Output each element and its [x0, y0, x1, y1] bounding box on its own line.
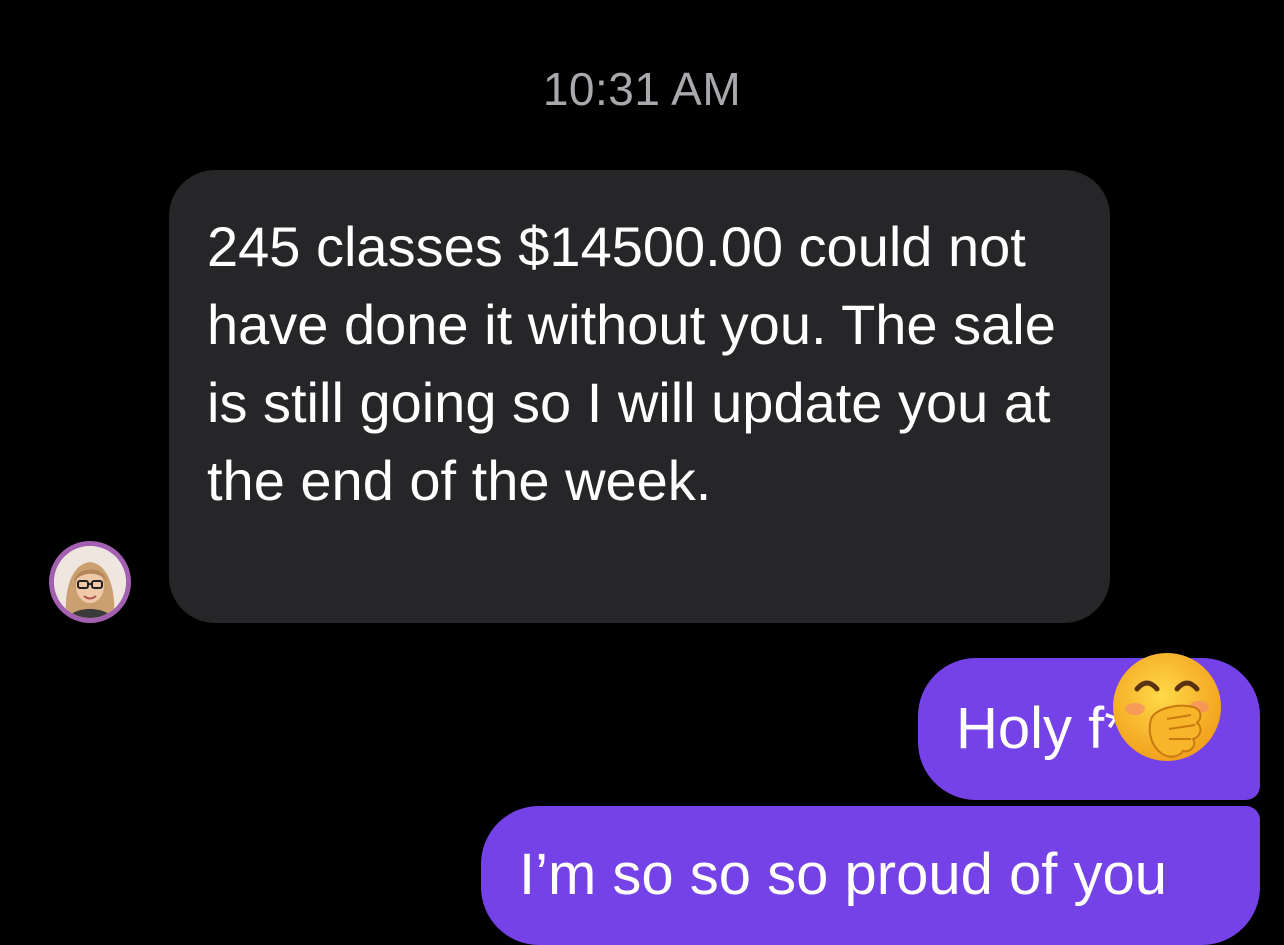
hand-over-mouth-emoji-icon	[1107, 645, 1231, 769]
sender-photo	[54, 546, 126, 618]
incoming-message-bubble[interactable]: 245 classes $14500.00 could not have don…	[169, 170, 1110, 623]
outgoing-message-text: I’m so so so proud of you	[519, 842, 1167, 907]
outgoing-message-bubble[interactable]: I’m so so so proud of you	[481, 806, 1260, 945]
message-timestamp: 10:31 AM	[542, 63, 742, 115]
sender-avatar[interactable]	[49, 541, 131, 623]
incoming-message-text: 245 classes $14500.00 could not have don…	[207, 215, 1056, 512]
